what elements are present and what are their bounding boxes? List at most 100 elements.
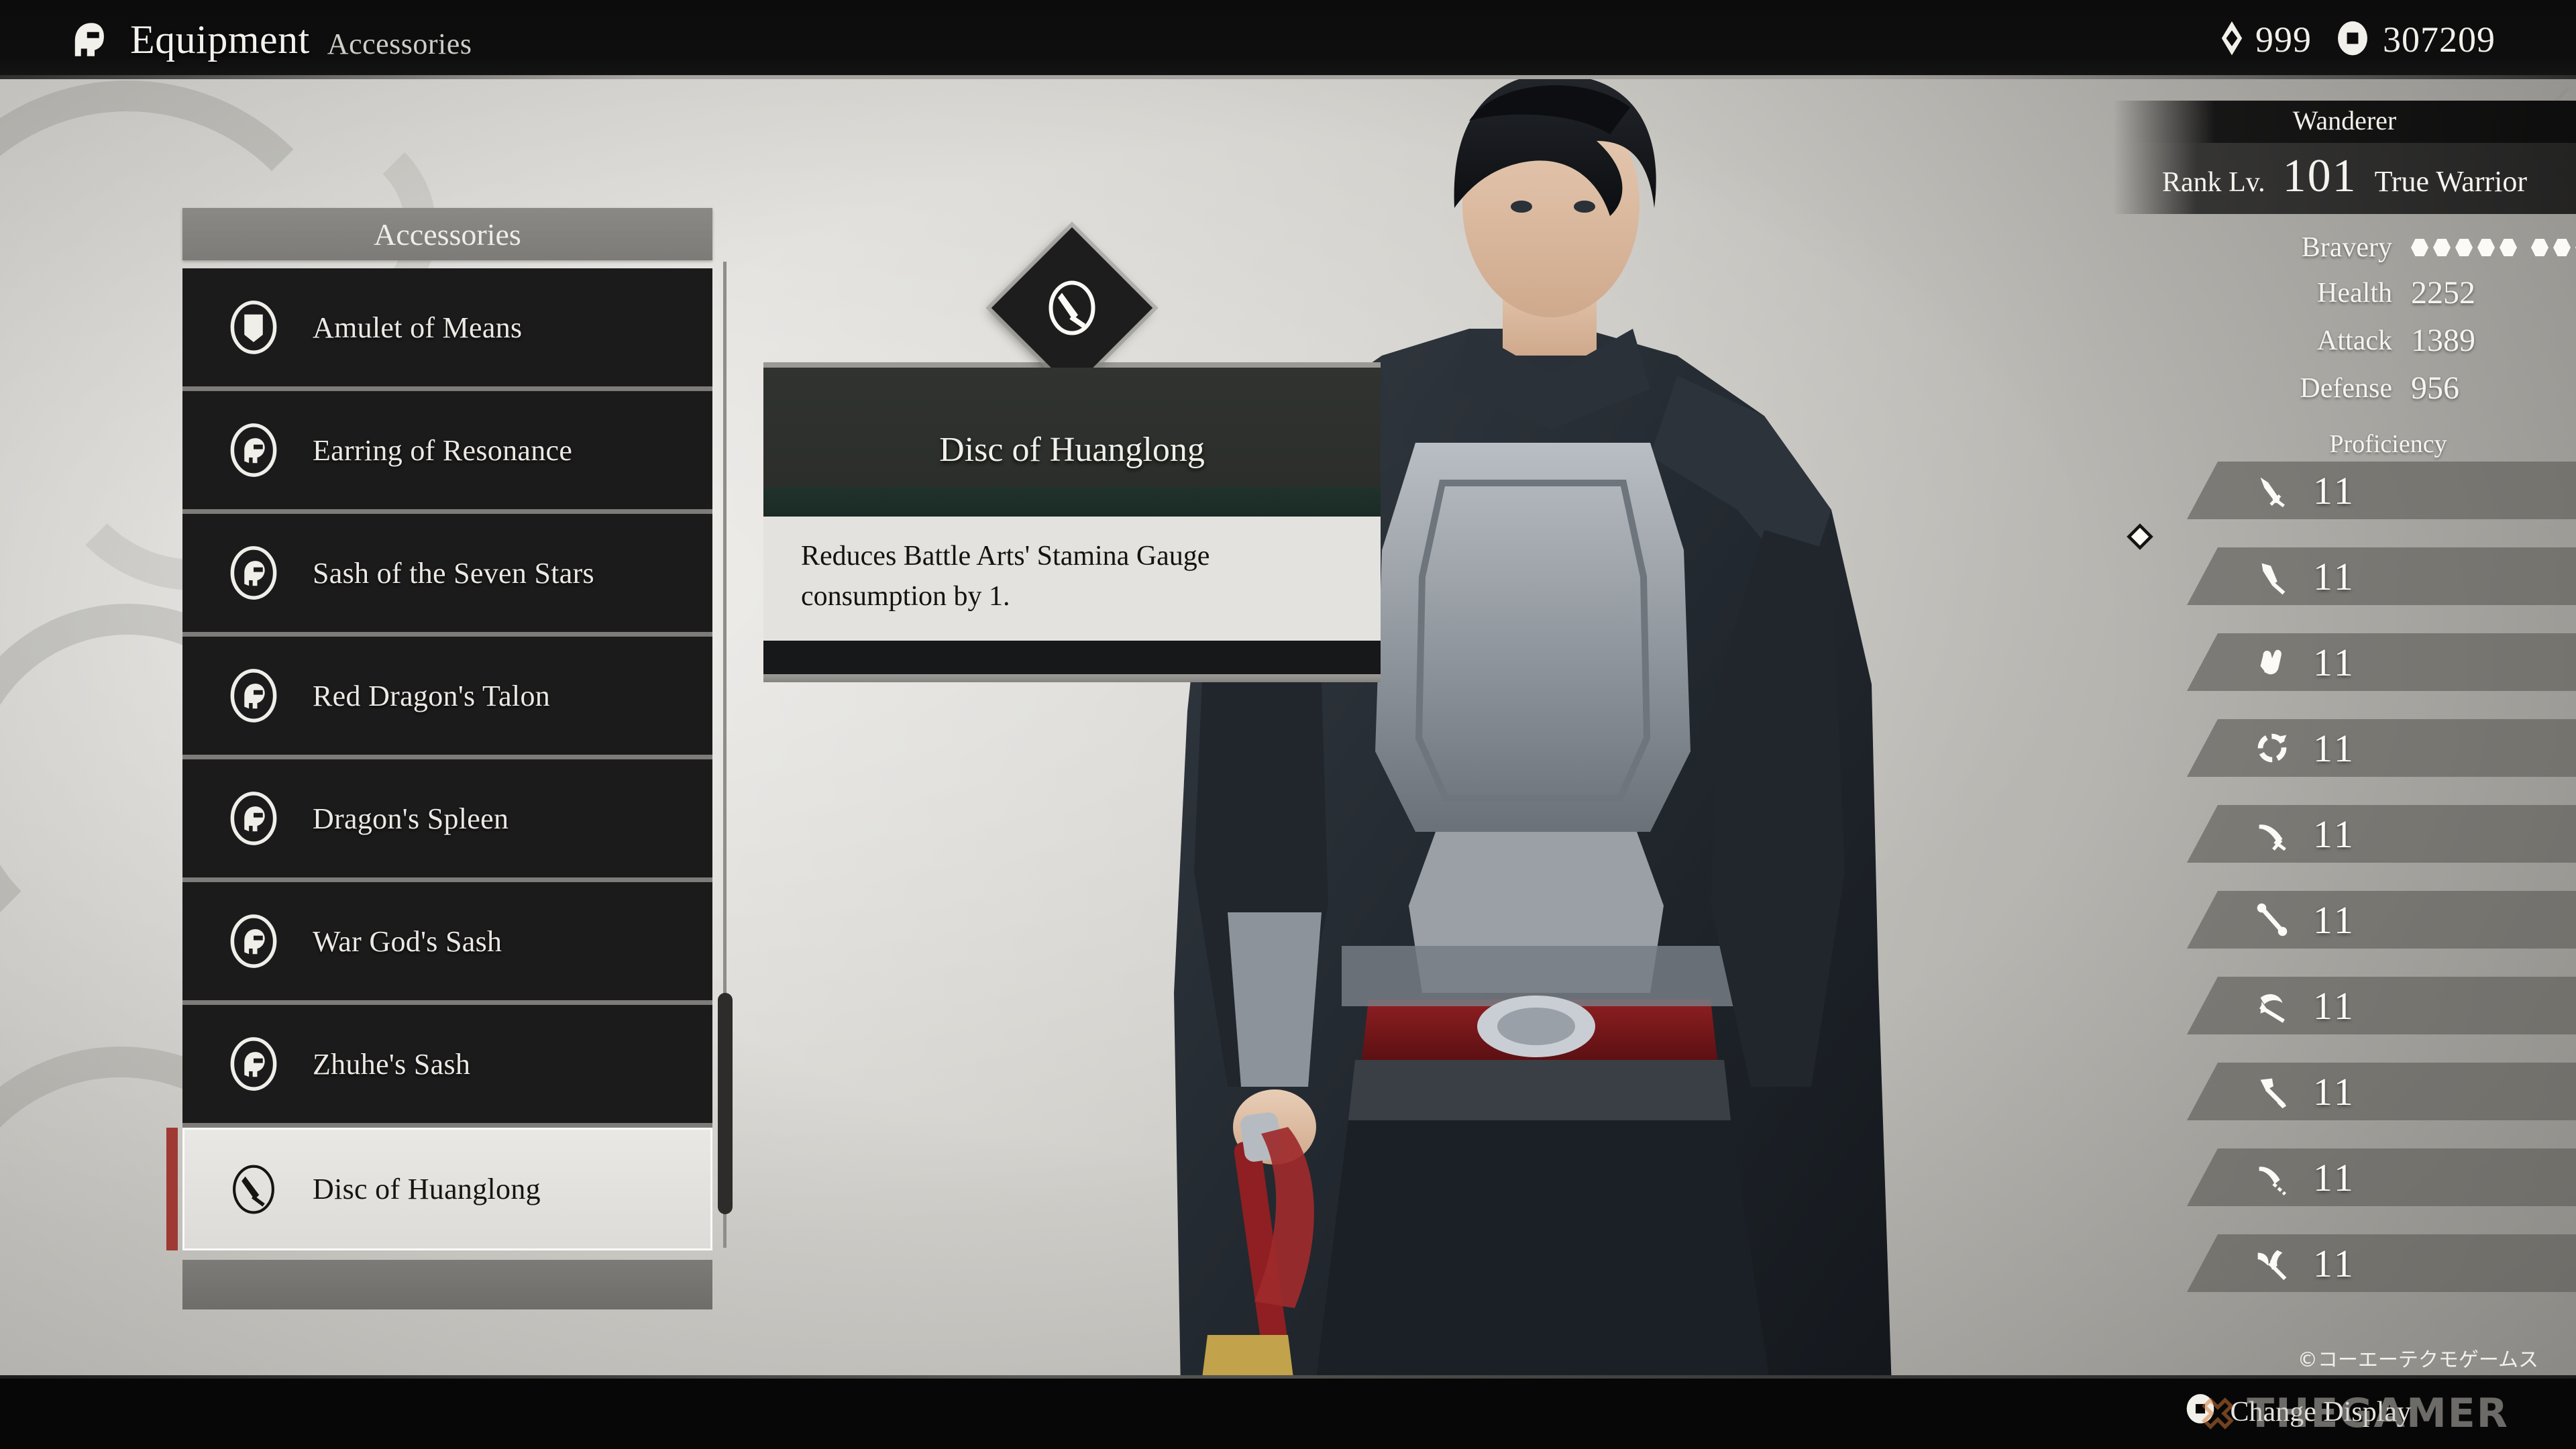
stat-value: 956 <box>2411 370 2459 406</box>
proficiency-value: 11 <box>2313 1155 2356 1199</box>
proficiency-value: 11 <box>2313 726 2356 770</box>
proficiency-row: 11 <box>2187 891 2576 949</box>
proficiency-list: 11 11 11 11 11 11 11 11 11 11 <box>2113 462 2576 1292</box>
list-item[interactable]: Zhuhe's Sash <box>182 1005 712 1128</box>
list-item[interactable]: Disc of Huanglong <box>166 1128 712 1250</box>
top-bar: Equipment Accessories 999 307209 <box>0 0 2576 79</box>
stat-row: Health 2252 <box>2113 274 2552 311</box>
character-stats-panel: Wanderer Rank Lv. 101 True Warrior Brave… <box>2113 101 2576 1320</box>
bravery-pip <box>2500 239 2517 256</box>
coin-value: 307209 <box>2383 19 2496 60</box>
scrollbar-thumb[interactable] <box>718 993 733 1214</box>
bravery-pip-group <box>2411 239 2517 256</box>
list-item[interactable]: Earring of Resonance <box>182 391 712 514</box>
list-item-label: Earring of Resonance <box>313 433 573 467</box>
rank-label: Rank Lv. <box>2161 167 2265 198</box>
item-description: Reduces Battle Arts' Stamina Gauge consu… <box>763 517 1381 641</box>
bravery-pip <box>2433 239 2451 256</box>
stat-label: Bravery <box>2301 232 2392 263</box>
page-subtitle: Accessories <box>327 27 472 60</box>
list-item-label: Sash of the Seven Stars <box>313 556 594 590</box>
helmet-accessory-icon <box>224 666 283 725</box>
proficiency-row: 11 <box>2187 547 2576 605</box>
accessories-list-header: Accessories <box>182 208 712 260</box>
proficiency-value: 11 <box>2313 640 2356 684</box>
list-item[interactable]: Amulet of Means <box>182 268 712 391</box>
proficiency-value: 11 <box>2313 554 2356 598</box>
bravery-pip <box>2477 239 2495 256</box>
item-badge <box>991 227 1153 389</box>
stat-label: Attack <box>2317 325 2392 356</box>
gauntlet-icon <box>2251 641 2293 683</box>
card-bottom-accent <box>763 674 1381 683</box>
thegamer-logo-icon <box>2202 1397 2235 1430</box>
list-item-label: Disc of Huanglong <box>313 1173 541 1205</box>
list-item[interactable]: Dragon's Spleen <box>182 759 712 882</box>
proficiency-row: 11 <box>2187 1148 2576 1206</box>
helmet-accessory-icon <box>224 1034 283 1093</box>
staff-icon <box>2251 899 2293 941</box>
bravery-pip <box>2455 239 2473 256</box>
bravery-pip <box>2411 239 2428 256</box>
proficiency-value: 11 <box>2313 1241 2356 1285</box>
stat-label: Defense <box>2300 372 2392 404</box>
blade-disc-icon <box>224 1160 283 1219</box>
short-sword-icon <box>2251 555 2293 597</box>
watermark-text: THEGAMER <box>2247 1390 2509 1437</box>
card-accent-band <box>763 487 1381 517</box>
bravery-pip <box>2553 239 2571 256</box>
helmet-accessory-icon <box>224 421 283 480</box>
stat-row: Bravery <box>2113 231 2576 264</box>
proficiency-row: 11 <box>2187 633 2576 691</box>
list-item-label: Red Dragon's Talon <box>313 679 551 712</box>
rank-value: 101 <box>2282 150 2357 202</box>
list-item-label: Amulet of Means <box>313 311 523 344</box>
stat-value: 2252 <box>2411 275 2475 311</box>
sword-icon <box>2251 470 2293 511</box>
page-title: Equipment <box>130 17 310 62</box>
proficiency-value: 11 <box>2313 812 2356 856</box>
proficiency-row: 11 <box>2187 977 2576 1034</box>
stat-row: Defense 956 <box>2113 370 2552 407</box>
list-item[interactable]: War God's Sash <box>182 882 712 1005</box>
proficiency-value: 11 <box>2313 1069 2356 1114</box>
gem-value: 999 <box>2255 19 2312 60</box>
stat-list: Bravery Health 2252 Attack 1389 Defense 956 <box>2113 214 2576 407</box>
proficiency-label: Proficiency <box>2329 430 2447 458</box>
gem-icon <box>2220 20 2243 60</box>
halberd-icon <box>2251 985 2293 1026</box>
stat-value: 1389 <box>2411 323 2475 358</box>
accessories-list[interactable]: Amulet of Means Earring of Resonance Sash … <box>166 268 712 1250</box>
helmet-accessory-icon <box>224 912 283 971</box>
bottom-bar: ©コーエーテクモゲームス Change Display THEGAMER <box>0 1348 2576 1449</box>
proficiency-value: 11 <box>2313 468 2356 513</box>
rank-row: Rank Lv. 101 True Warrior <box>2113 143 2576 214</box>
shield-amulet-icon <box>224 298 283 357</box>
proficiency-row: 11 <box>2187 462 2576 519</box>
card-bottom <box>763 641 1381 675</box>
list-item-label: Dragon's Spleen <box>313 802 509 835</box>
gem-currency: 999 <box>2220 19 2312 60</box>
coin-currency: 307209 <box>2334 19 2496 60</box>
site-watermark: THEGAMER <box>2198 1390 2509 1437</box>
blade-disc-icon <box>1015 251 1129 365</box>
dao-blade-icon <box>2251 813 2293 855</box>
proficiency-marker-icon <box>2127 523 2153 550</box>
item-name: Disc of Huanglong <box>763 368 1381 487</box>
accessories-panel: Accessories Amulet of Means Earring of Re… <box>166 208 712 1309</box>
proficiency-row: 11 <box>2187 719 2576 777</box>
coin-icon <box>2334 20 2371 60</box>
character-title: True Warrior <box>2374 165 2528 198</box>
list-item[interactable]: Sash of the Seven Stars <box>182 514 712 637</box>
currency-display: 999 307209 <box>2220 0 2496 79</box>
class-name: Wanderer <box>2113 101 2576 143</box>
list-item[interactable]: Red Dragon's Talon <box>182 637 712 759</box>
selection-accent-bar <box>166 1128 178 1250</box>
list-item-label: War God's Sash <box>313 924 502 958</box>
proficiency-row: 11 <box>2187 1234 2576 1292</box>
helmet-accessory-icon <box>224 543 283 602</box>
helmet-icon <box>64 15 113 64</box>
proficiency-row: 11 <box>2187 805 2576 863</box>
proficiency-value: 11 <box>2313 898 2356 942</box>
character-preview <box>1006 40 2147 1389</box>
